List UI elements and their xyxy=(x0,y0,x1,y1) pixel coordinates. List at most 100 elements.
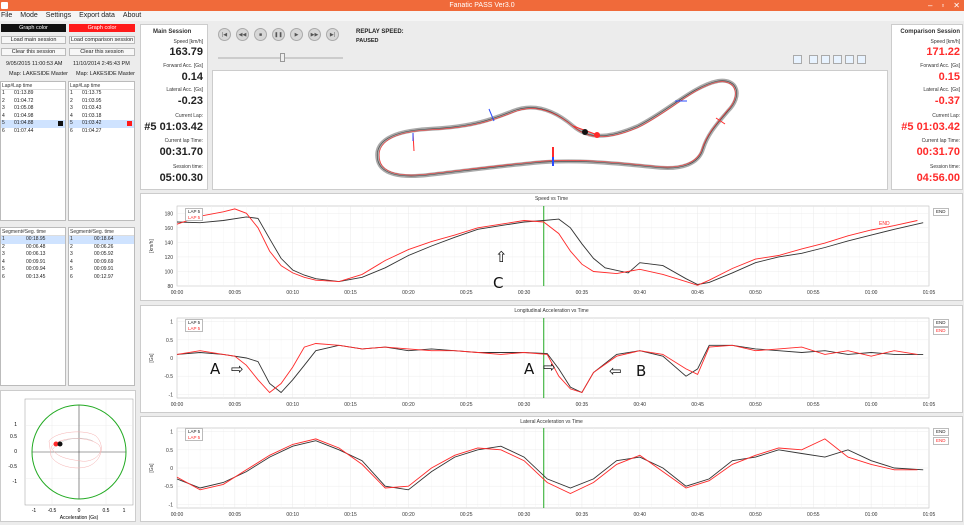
x-tick-label: 01:05 xyxy=(923,290,936,296)
lap-row[interactable]: 6 01:07.44 xyxy=(1,128,65,136)
graph-color-comp-button[interactable]: Graph color xyxy=(69,24,135,32)
legend-main: LAP 5 xyxy=(188,320,201,325)
x-tick-label: 00:00 xyxy=(171,290,184,296)
menu-settings[interactable]: Settings xyxy=(46,11,71,21)
zoom-out-icon[interactable] xyxy=(845,55,854,64)
legend-comp: LAP 5 xyxy=(188,434,201,440)
map-export-icon[interactable] xyxy=(793,55,802,64)
forward-acc-label: Forward Acc. [Gs] xyxy=(163,63,203,69)
current-lap-time-label: Current lap Time: xyxy=(164,138,203,144)
lap-row[interactable]: 3 01:05.08 xyxy=(1,105,65,113)
load-comparison-session-button[interactable]: Load comparison session xyxy=(69,36,135,44)
lap-row[interactable]: 6 01:04.27 xyxy=(69,128,134,136)
gg-xtick: 0.5 xyxy=(103,508,110,514)
skip-start-button[interactable]: |◀ xyxy=(218,28,231,41)
x-tick-label: 00:00 xyxy=(171,402,184,408)
x-tick-label: 00:45 xyxy=(691,512,704,518)
maximize-icon[interactable]: ▫ xyxy=(941,0,944,11)
track-map-svg xyxy=(375,78,739,178)
segment-row[interactable]: 6 00:12.97 xyxy=(69,274,134,282)
x-tick-label: 00:50 xyxy=(749,512,762,518)
speed-chart: Speed vs Time 00:00 00:05 00:10 00:15 00:20 0… xyxy=(140,193,963,301)
y-tick-label: 1 xyxy=(170,320,173,326)
segment-row[interactable]: 2 00:06.26 xyxy=(69,244,134,252)
x-tick-label: 01:05 xyxy=(923,512,936,518)
zoom-in-icon[interactable] xyxy=(833,55,842,64)
segment-row[interactable]: 5 00:09.91 xyxy=(69,266,134,274)
replay-slider-thumb[interactable] xyxy=(280,53,285,62)
lap-row[interactable]: 4 01:04.98 xyxy=(1,113,65,121)
comp-session-title: Comparison Session xyxy=(900,29,960,35)
pause-button[interactable]: ❚❚ xyxy=(272,28,285,41)
legend-comp: LAP 5 xyxy=(188,325,201,331)
menu-about[interactable]: About xyxy=(123,11,141,21)
comp-session-map: Map: LAKESIDE Master xyxy=(76,71,135,77)
gg-xtick: 0 xyxy=(78,508,81,514)
lap-row[interactable]: 1 01:13.75 xyxy=(69,90,134,98)
legend-main: LAP 5 xyxy=(188,209,201,214)
main-session-title: Main Session xyxy=(153,29,192,35)
x-tick-label: 00:15 xyxy=(344,512,357,518)
lap-row-selected[interactable]: 5 01:04.88 xyxy=(1,120,65,128)
lap-color-swatch xyxy=(127,121,132,126)
main-session-date: 9/05/2015 11:00:53 AM xyxy=(6,61,63,67)
gg-xtick: -1 xyxy=(32,508,37,514)
x-tick-label: 00:30 xyxy=(518,512,531,518)
segment-row[interactable]: 3 00:05.92 xyxy=(69,251,134,259)
gg-ytick: 0 xyxy=(14,449,17,455)
speed-value: 171.22 xyxy=(926,46,960,58)
legend-main: LAP 5 xyxy=(188,429,201,434)
load-main-session-button[interactable]: Load main session xyxy=(1,36,66,44)
y-tick-label: 0 xyxy=(170,466,173,472)
lap-row[interactable]: 2 01:04.72 xyxy=(1,98,65,106)
segment-row[interactable]: 6 00:13.45 xyxy=(1,274,65,282)
lap-row[interactable]: 3 01:03.43 xyxy=(69,105,134,113)
x-tick-label: 00:05 xyxy=(229,402,242,408)
lap-row[interactable]: 2 01:03.95 xyxy=(69,98,134,106)
lateral-acc-label: Lateral Acc. [Gs] xyxy=(166,87,203,93)
rotate-left-icon[interactable] xyxy=(809,55,818,64)
track-main-position xyxy=(582,129,588,135)
menu-export-data[interactable]: Export data xyxy=(79,11,115,21)
y-tick-label: 100 xyxy=(165,269,174,275)
x-tick-label: 00:10 xyxy=(286,290,299,296)
segment-row-selected[interactable]: 1 00:18.64 xyxy=(69,236,134,244)
clear-main-session-button[interactable]: Clear this session xyxy=(1,48,66,56)
minimize-icon[interactable]: – xyxy=(928,0,932,11)
lap-row[interactable]: 1 01:13.89 xyxy=(1,90,65,98)
segment-row-selected[interactable]: 1 00:18.95 xyxy=(1,236,65,244)
x-tick-label: 00:50 xyxy=(749,290,762,296)
segment-row[interactable]: 4 00:09.69 xyxy=(69,259,134,267)
x-tick-label: 01:05 xyxy=(923,402,936,408)
segment-row[interactable]: 2 00:06.48 xyxy=(1,244,65,252)
long-end-label: END xyxy=(933,319,949,327)
fit-view-icon[interactable] xyxy=(857,55,866,64)
y-axis-label: [Gs] xyxy=(149,463,155,473)
x-tick-label: 00:30 xyxy=(518,402,531,408)
segment-row[interactable]: 3 00:06.13 xyxy=(1,251,65,259)
menu-file[interactable]: File xyxy=(1,11,12,21)
rewind-button[interactable]: ◀◀ xyxy=(236,28,249,41)
lap-row[interactable]: 4 01:03.18 xyxy=(69,113,134,121)
stop-button[interactable]: ■ xyxy=(254,28,267,41)
fast-forward-button[interactable]: ▶▶ xyxy=(308,28,321,41)
menu-mode[interactable]: Mode xyxy=(20,11,38,21)
replay-state: PAUSED xyxy=(356,38,379,44)
segment-table-header: Segment#Seg. time xyxy=(1,228,65,236)
speed-end-comp-label: END xyxy=(879,221,890,227)
clear-comparison-session-button[interactable]: Clear this session xyxy=(69,48,135,56)
segment-row[interactable]: 5 00:09.94 xyxy=(1,266,65,274)
lap-row-selected[interactable]: 5 01:03.42 xyxy=(69,120,134,128)
segment-row[interactable]: 4 00:09.91 xyxy=(1,259,65,267)
current-lap-label: Current Lap: xyxy=(175,113,203,119)
play-button[interactable]: ▶ xyxy=(290,28,303,41)
graph-color-main-button[interactable]: Graph color xyxy=(1,24,66,32)
skip-end-button[interactable]: ▶| xyxy=(326,28,339,41)
gg-main-point xyxy=(57,441,63,447)
close-icon[interactable]: ✕ xyxy=(953,0,960,11)
x-tick-label: 00:20 xyxy=(402,512,415,518)
rotate-right-icon[interactable] xyxy=(821,55,830,64)
legend-comp: LAP 5 xyxy=(188,214,201,220)
y-tick-label: 1 xyxy=(170,430,173,436)
track-map[interactable] xyxy=(212,70,888,190)
